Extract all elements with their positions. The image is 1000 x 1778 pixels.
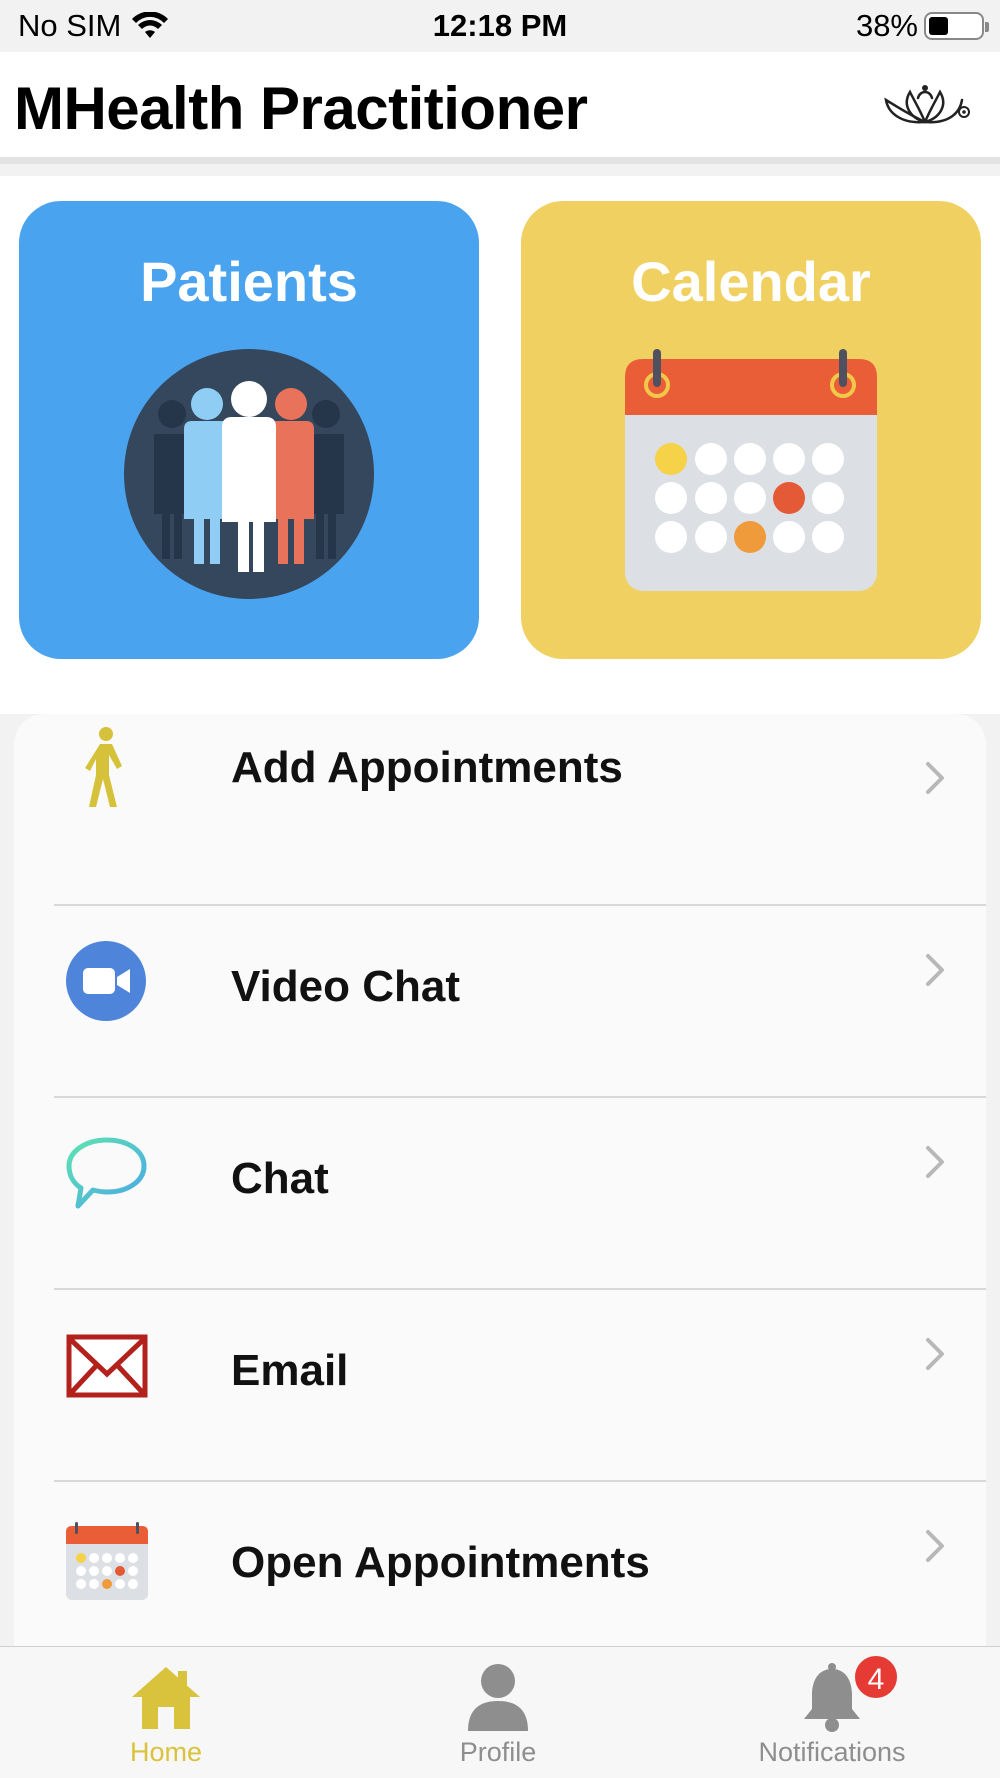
list-item-open-appointments[interactable]: Open Appointments bbox=[14, 1482, 986, 1646]
tab-profile[interactable]: Profile bbox=[388, 1647, 608, 1778]
chevron-right-icon bbox=[926, 762, 944, 794]
lotus-logo-icon bbox=[884, 85, 970, 124]
chevron-right-icon bbox=[926, 954, 944, 986]
calendar-icon bbox=[625, 349, 877, 591]
list-item-label: Open Appointments bbox=[231, 1538, 650, 1587]
tab-notifications[interactable]: 4 Notifications bbox=[722, 1647, 942, 1778]
status-bar: No SIM 12:18 PM 38% bbox=[0, 0, 1000, 52]
list-item-add-appointments[interactable]: Add Appointments bbox=[14, 714, 986, 906]
app-header: MHealth Practitioner bbox=[0, 52, 1000, 164]
chevron-right-icon bbox=[926, 1530, 944, 1562]
list-item-email[interactable]: Email bbox=[14, 1290, 986, 1482]
patients-tile-label: Patients bbox=[140, 250, 358, 313]
status-time: 12:18 PM bbox=[432, 8, 568, 43]
home-icon bbox=[132, 1667, 200, 1729]
battery-percent: 38% bbox=[855, 8, 918, 43]
patients-group-icon bbox=[124, 349, 374, 599]
tab-bar: Home Profile 4 Notifications bbox=[0, 1646, 1000, 1778]
list-item-label: Video Chat bbox=[231, 962, 461, 1011]
chevron-right-icon bbox=[926, 1338, 944, 1370]
patients-tile[interactable]: Patients bbox=[19, 201, 479, 659]
tab-home-label: Home bbox=[129, 1737, 203, 1767]
chat-bubble-icon bbox=[66, 1137, 147, 1209]
walking-person-icon bbox=[85, 727, 122, 807]
calendar-tile[interactable]: Calendar bbox=[521, 201, 981, 659]
page-title: MHealth Practitioner bbox=[14, 75, 588, 142]
status-battery-group: 38% bbox=[855, 8, 989, 44]
calendar-icon bbox=[66, 1522, 148, 1600]
video-camera-icon bbox=[66, 941, 146, 1021]
person-icon bbox=[468, 1664, 528, 1731]
chevron-right-icon bbox=[926, 1146, 944, 1178]
list-item-video-chat[interactable]: Video Chat bbox=[14, 906, 986, 1098]
calendar-tile-label: Calendar bbox=[631, 250, 871, 313]
battery-icon bbox=[924, 12, 989, 40]
menu-list: Add Appointments Video Chat Chat Email O… bbox=[14, 714, 986, 1646]
tab-profile-label: Profile bbox=[459, 1737, 537, 1767]
tiles-section: Patients Calendar bbox=[0, 176, 1000, 714]
list-item-label: Email bbox=[231, 1346, 349, 1395]
envelope-icon bbox=[66, 1334, 148, 1398]
tab-notifications-label: Notifications bbox=[758, 1737, 906, 1767]
list-item-chat[interactable]: Chat bbox=[14, 1098, 986, 1290]
notifications-badge: 4 bbox=[852, 1653, 900, 1701]
tab-home[interactable]: Home bbox=[56, 1647, 276, 1778]
list-item-label: Chat bbox=[231, 1154, 329, 1203]
list-item-label: Add Appointments bbox=[231, 743, 623, 792]
